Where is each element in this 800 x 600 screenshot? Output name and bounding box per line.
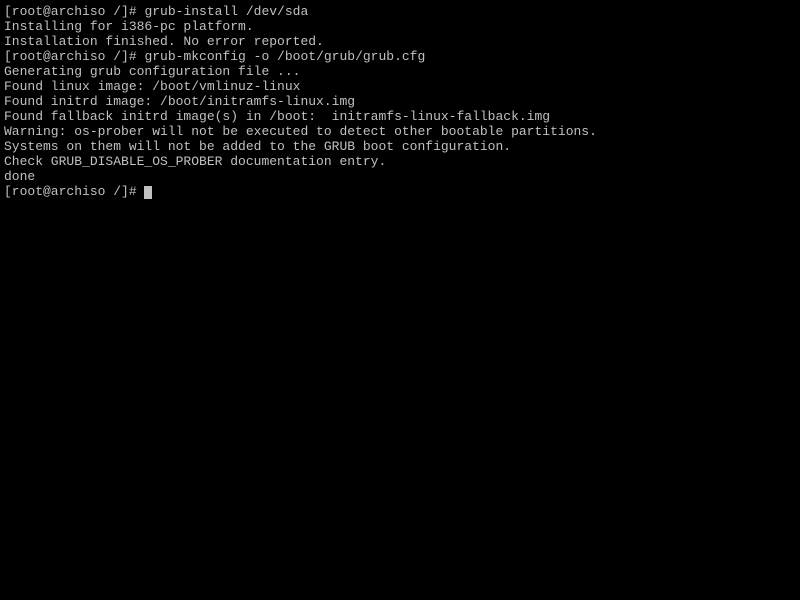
shell-prompt: [root@archiso /]#: [4, 4, 144, 19]
output-text: Systems on them will not be added to the…: [4, 139, 511, 154]
output-text: Found initrd image: /boot/initramfs-linu…: [4, 94, 355, 109]
output-text: Installing for i386-pc platform.: [4, 19, 254, 34]
terminal-line: Found initrd image: /boot/initramfs-linu…: [4, 94, 796, 109]
terminal-line: Check GRUB_DISABLE_OS_PROBER documentati…: [4, 154, 796, 169]
shell-prompt: [root@archiso /]#: [4, 184, 144, 199]
terminal-line: Generating grub configuration file ...: [4, 64, 796, 79]
terminal-line: Systems on them will not be added to the…: [4, 139, 796, 154]
terminal-line: Installing for i386-pc platform.: [4, 19, 796, 34]
terminal-output[interactable]: [root@archiso /]# grub-install /dev/sdaI…: [4, 4, 796, 199]
output-text: Found linux image: /boot/vmlinuz-linux: [4, 79, 300, 94]
terminal-line: [root@archiso /]# grub-install /dev/sda: [4, 4, 796, 19]
output-text: done: [4, 169, 35, 184]
output-text: Check GRUB_DISABLE_OS_PROBER documentati…: [4, 154, 386, 169]
shell-command: grub-mkconfig -o /boot/grub/grub.cfg: [144, 49, 425, 64]
terminal-line: Installation finished. No error reported…: [4, 34, 796, 49]
output-text: Installation finished. No error reported…: [4, 34, 324, 49]
output-text: Warning: os-prober will not be executed …: [4, 124, 597, 139]
terminal-line: Warning: os-prober will not be executed …: [4, 124, 796, 139]
shell-prompt: [root@archiso /]#: [4, 49, 144, 64]
output-text: Found fallback initrd image(s) in /boot:…: [4, 109, 550, 124]
terminal-line: Found fallback initrd image(s) in /boot:…: [4, 109, 796, 124]
terminal-line: done: [4, 169, 796, 184]
terminal-line: Found linux image: /boot/vmlinuz-linux: [4, 79, 796, 94]
output-text: Generating grub configuration file ...: [4, 64, 300, 79]
terminal-line: [root@archiso /]#: [4, 184, 796, 199]
terminal-line: [root@archiso /]# grub-mkconfig -o /boot…: [4, 49, 796, 64]
cursor-icon: [144, 186, 152, 199]
shell-command: grub-install /dev/sda: [144, 4, 308, 19]
